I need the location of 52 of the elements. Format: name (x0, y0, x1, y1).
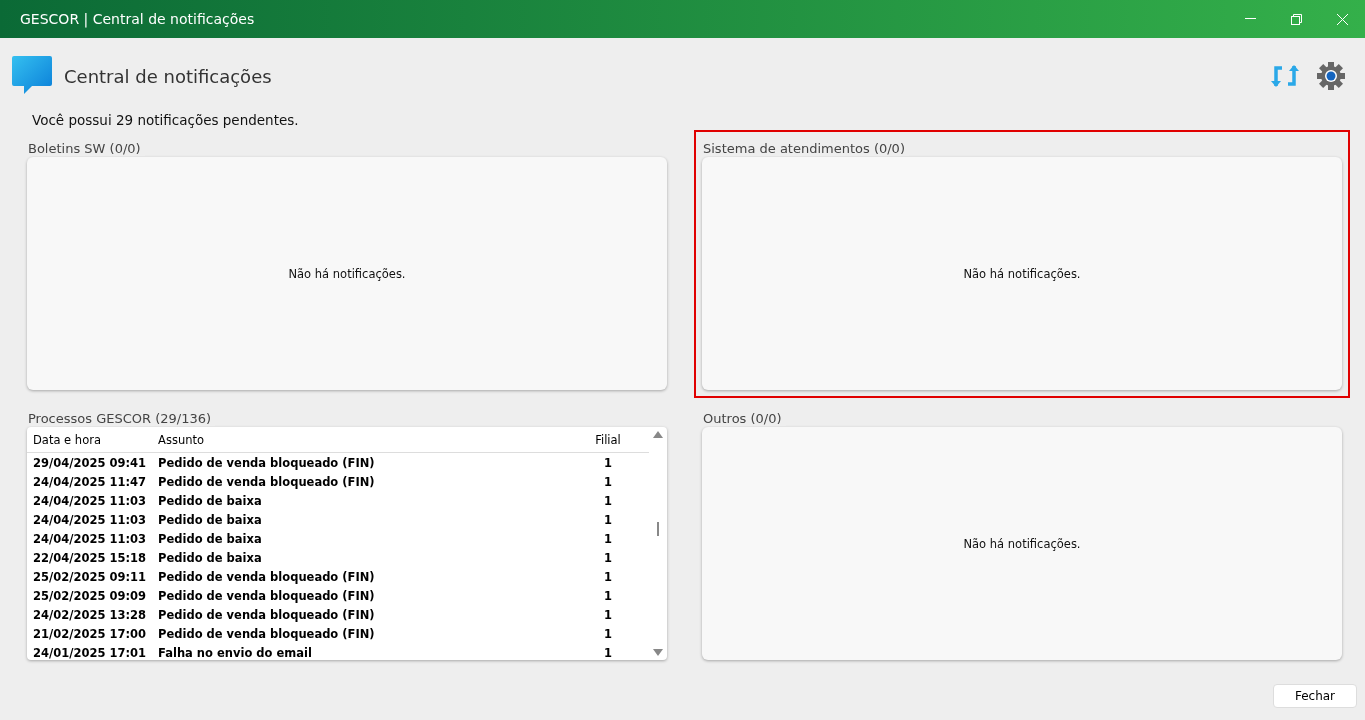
table-cell-text: 21/02/2025 17:00 (32, 625, 148, 643)
table-cell: 1 (567, 452, 649, 472)
chat-bubble-icon (12, 56, 52, 96)
table-cell-text: Pedido de baixa (157, 492, 263, 510)
table-cell-text: Falha no envio do email (157, 644, 313, 660)
table-cell-text: 22/04/2025 15:18 (32, 549, 148, 567)
table-cell-text: Pedido de venda bloqueado (FIN) (157, 606, 376, 624)
close-dialog-button[interactable]: Fechar (1273, 684, 1357, 708)
empty-message: Não há notificações. (963, 266, 1081, 281)
window-title: GESCOR | Central de notificações (19, 11, 256, 27)
empty-message: Não há notificações. (963, 536, 1081, 551)
close-icon (1336, 13, 1348, 25)
pending-summary: Você possui 29 notificações pendentes. (32, 112, 300, 128)
table-cell-text: 1 (603, 530, 613, 548)
table-cell-text: Pedido de venda bloqueado (FIN) (157, 587, 376, 605)
table-cell-text: 24/04/2025 11:03 (32, 492, 148, 510)
table-cell: 29/04/2025 09:41 (27, 452, 153, 472)
page-title: Central de notificações (64, 65, 273, 87)
table-cell-text: 24/04/2025 11:03 (32, 530, 148, 548)
scroll-up-icon[interactable] (653, 431, 663, 438)
empty-message: Não há notificações. (288, 266, 406, 281)
table-cell-text: 1 (603, 606, 613, 624)
table-cell-text: 25/02/2025 09:09 (32, 587, 148, 605)
table-cell-text: Pedido de baixa (157, 530, 263, 548)
table-cell-text: 1 (603, 511, 613, 529)
restore-icon (1290, 13, 1302, 25)
table-cell-text: 1 (603, 492, 613, 510)
table-cell-text: 1 (603, 644, 613, 660)
column-header[interactable]: Assunto (152, 427, 567, 453)
table-cell-text: Pedido de venda bloqueado (FIN) (157, 568, 376, 586)
table-cell-text: 1 (603, 587, 613, 605)
column-header[interactable]: Filial (567, 427, 649, 453)
table-cell-text: 1 (603, 625, 613, 643)
sync-arrows-icon[interactable] (1271, 63, 1299, 89)
table-cell-text: 24/01/2025 17:01 (32, 644, 148, 660)
table-cell-text: 25/02/2025 09:11 (32, 568, 148, 586)
scroll-down-icon[interactable] (653, 649, 663, 656)
scrollbar-thumb[interactable] (657, 521, 659, 536)
table-cell-text: 24/02/2025 13:28 (32, 606, 148, 624)
table-cell-text: 24/04/2025 11:47 (32, 473, 148, 491)
table-cell-text: 1 (603, 568, 613, 586)
table-cell-text: Pedido de baixa (157, 549, 263, 567)
table-cell: Pedido de venda bloqueado (FIN) (152, 452, 567, 472)
table-cell-text: 1 (603, 473, 613, 491)
settings-icon[interactable] (1317, 62, 1345, 90)
minimize-icon (1244, 18, 1256, 20)
table-cell-text: 24/04/2025 11:03 (32, 511, 148, 529)
table-cell-text: 1 (603, 549, 613, 567)
table-cell-text: Pedido de venda bloqueado (FIN) (157, 473, 376, 491)
table-cell-text: Pedido de venda bloqueado (FIN) (157, 625, 376, 643)
table-cell-text: Pedido de baixa (157, 511, 263, 529)
column-header[interactable]: Data e hora (27, 427, 153, 453)
